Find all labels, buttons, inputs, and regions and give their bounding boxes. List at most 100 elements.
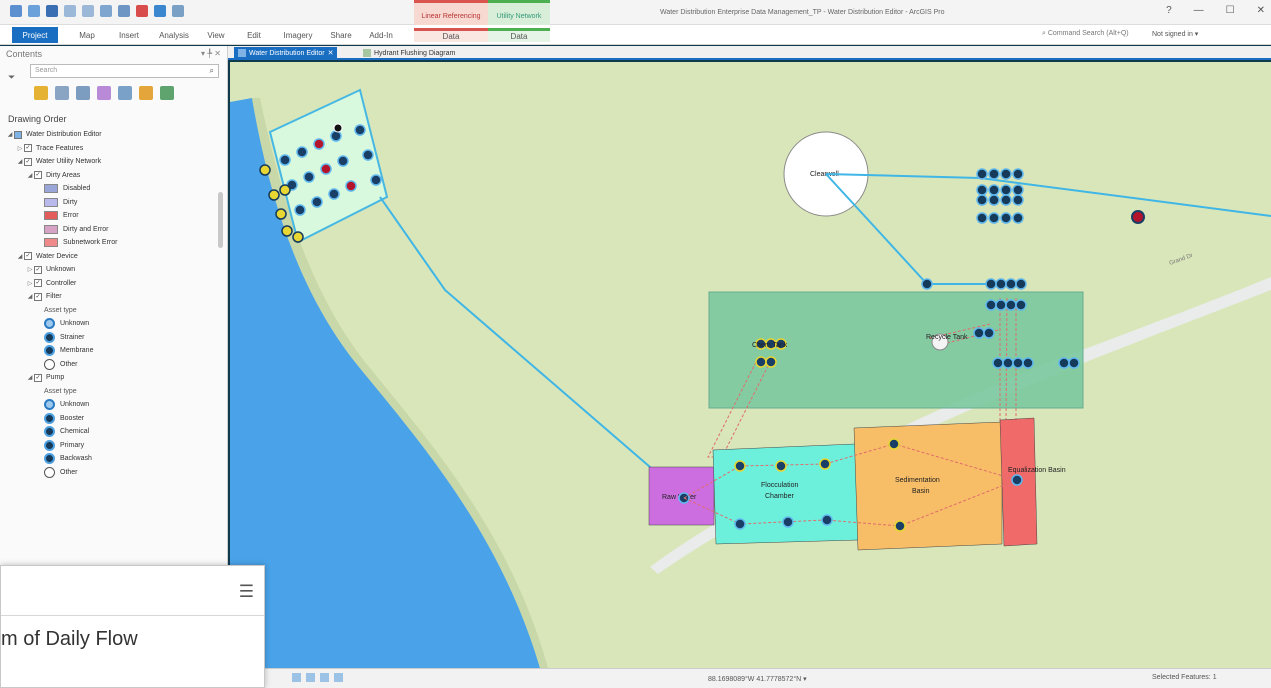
layer-visibility-checkbox[interactable]: ✓	[34, 171, 42, 180]
valve[interactable]	[1068, 357, 1080, 369]
tree-item[interactable]: ◢ ✓ Water Device	[0, 250, 227, 264]
valve[interactable]	[976, 184, 988, 196]
valve[interactable]	[819, 458, 831, 470]
command-search[interactable]: ⌕ Command Search (Alt+Q)	[1042, 30, 1129, 38]
hydrant[interactable]	[281, 225, 293, 237]
layer-visibility-checkbox[interactable]: ✓	[34, 373, 42, 382]
tree-item[interactable]: Strainer	[0, 331, 227, 345]
list-by-perspective-icon[interactable]	[160, 86, 174, 100]
tree-item[interactable]: Chemical	[0, 425, 227, 439]
tree-item[interactable]: ◢ ✓ Dirty Areas	[0, 169, 227, 183]
sedimentation-basin[interactable]	[853, 421, 1003, 551]
tab-data-linear[interactable]: Data	[414, 28, 488, 42]
valve[interactable]	[1012, 357, 1024, 369]
valve[interactable]	[279, 154, 291, 166]
tree-item[interactable]: Error	[0, 209, 227, 223]
tab-insert[interactable]: Insert	[112, 28, 146, 42]
tab-project[interactable]: Project	[12, 27, 58, 43]
open-icon[interactable]	[28, 5, 40, 17]
valve[interactable]	[992, 357, 1004, 369]
valve[interactable]	[303, 171, 315, 183]
collapse-arrow-icon[interactable]: ◢	[26, 374, 34, 381]
pump[interactable]	[765, 356, 777, 368]
pump[interactable]	[755, 356, 767, 368]
node[interactable]	[333, 123, 343, 133]
tab-hydrant-flushing-diagram[interactable]: Hydrant Flushing Diagram	[359, 47, 459, 59]
selected-features[interactable]: Selected Features: 1	[1152, 674, 1217, 681]
valve[interactable]	[1012, 168, 1024, 180]
valve[interactable]	[1012, 194, 1024, 206]
coordinate-readout[interactable]: 88.1698089°W 41.7778572°N ▾	[708, 675, 807, 683]
minimize-button[interactable]: —	[1194, 5, 1204, 16]
tab-data-utility[interactable]: Data	[488, 28, 550, 42]
valve[interactable]	[995, 299, 1007, 311]
tree-item[interactable]: Primary	[0, 439, 227, 453]
valve[interactable]	[345, 180, 357, 192]
hydrant[interactable]	[275, 208, 287, 220]
valve[interactable]	[1005, 299, 1017, 311]
valve[interactable]	[1000, 212, 1012, 224]
refresh-icon[interactable]	[334, 673, 343, 682]
expand-arrow-icon[interactable]: ▷	[16, 145, 24, 152]
tree-item[interactable]: Unknown	[0, 398, 227, 412]
valve[interactable]	[328, 188, 340, 200]
pane-controls[interactable]: ▾ ╄ ✕	[201, 49, 221, 58]
tree-item[interactable]: Other	[0, 358, 227, 372]
tree-item[interactable]: Other	[0, 466, 227, 480]
layout-icon[interactable]	[100, 5, 112, 17]
close-tab-icon[interactable]: ✕	[328, 49, 334, 57]
system-valve[interactable]	[1131, 210, 1145, 224]
valve[interactable]	[782, 516, 794, 528]
valve[interactable]	[296, 146, 308, 158]
scale-icon[interactable]	[292, 673, 301, 682]
tree-item[interactable]: Dirty	[0, 196, 227, 210]
undo-icon[interactable]	[64, 5, 76, 17]
tree-item[interactable]: ◢ Water Distribution Editor	[0, 128, 227, 142]
snap-icon[interactable]	[320, 673, 329, 682]
tree-item[interactable]: Backwash	[0, 452, 227, 466]
tab-share[interactable]: Share	[326, 28, 356, 42]
tree-item[interactable]: ▷ ✓ Controller	[0, 277, 227, 291]
valve[interactable]	[362, 149, 374, 161]
list-by-snapping-icon[interactable]	[118, 86, 132, 100]
list-by-source-icon[interactable]	[55, 86, 69, 100]
valve[interactable]	[821, 514, 833, 526]
contents-search-input[interactable]: Search ⌕	[30, 64, 219, 78]
valve[interactable]	[921, 278, 933, 290]
valve[interactable]	[988, 184, 1000, 196]
help-button[interactable]: ?	[1166, 5, 1172, 16]
valve[interactable]	[1000, 168, 1012, 180]
valve[interactable]	[888, 438, 900, 450]
layer-visibility-checkbox[interactable]: ✓	[24, 144, 32, 153]
valve[interactable]	[976, 194, 988, 206]
collapse-arrow-icon[interactable]: ◢	[16, 253, 24, 260]
grid-icon[interactable]	[306, 673, 315, 682]
list-by-drawing-order-icon[interactable]	[34, 86, 48, 100]
valve[interactable]	[983, 327, 995, 339]
collapse-arrow-icon[interactable]: ◢	[26, 293, 34, 300]
valve[interactable]	[1000, 194, 1012, 206]
tab-view[interactable]: View	[202, 28, 230, 42]
valve[interactable]	[988, 168, 1000, 180]
valve[interactable]	[985, 278, 997, 290]
tree-item[interactable]: ▷ ✓ Unknown	[0, 263, 227, 277]
tab-water-distribution-editor[interactable]: Water Distribution Editor ✕	[234, 47, 338, 59]
close-button[interactable]: ✕	[1257, 5, 1265, 16]
tree-item[interactable]: Disabled	[0, 182, 227, 196]
valve[interactable]	[976, 212, 988, 224]
collapse-arrow-icon[interactable]: ◢	[6, 131, 14, 138]
valve[interactable]	[330, 130, 342, 142]
valve[interactable]	[988, 194, 1000, 206]
valve[interactable]	[976, 168, 988, 180]
tree-item[interactable]: Unknown	[0, 317, 227, 331]
valve[interactable]	[337, 155, 349, 167]
valve[interactable]	[1005, 278, 1017, 290]
valve[interactable]	[988, 212, 1000, 224]
valve[interactable]	[1058, 357, 1070, 369]
new-project-icon[interactable]	[10, 5, 22, 17]
tab-add-in[interactable]: Add-In	[364, 28, 398, 42]
collapse-arrow-icon[interactable]: ◢	[16, 158, 24, 165]
valve[interactable]	[1022, 357, 1034, 369]
list-by-editing-icon[interactable]	[97, 86, 111, 100]
redo-icon[interactable]	[82, 5, 94, 17]
